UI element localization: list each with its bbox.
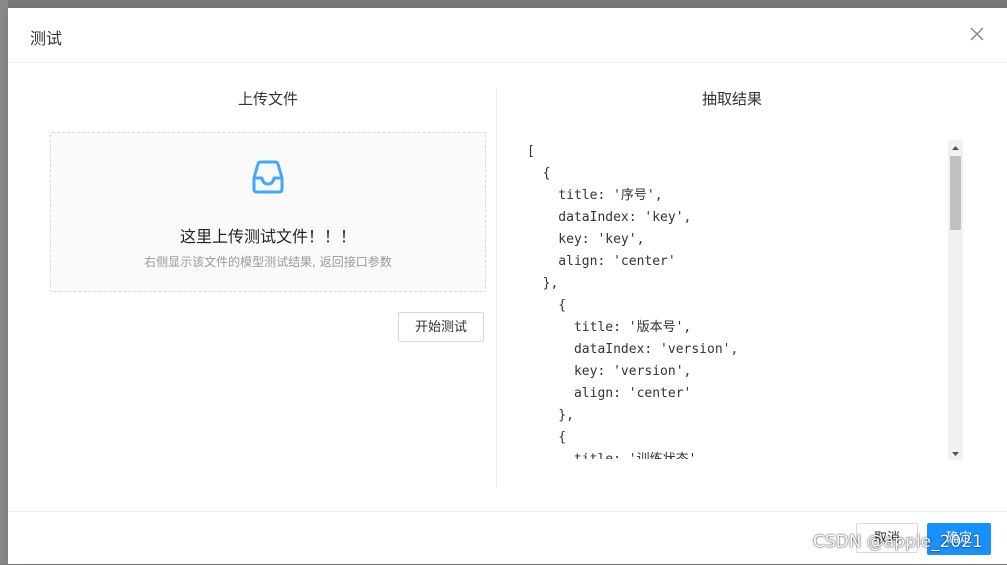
code-line: key: 'key', (527, 232, 645, 247)
code-line: { (527, 166, 551, 181)
result-code-view[interactable]: [ { title: '序号', dataIndex: 'key', key: … (527, 141, 967, 459)
code-line: align: 'center' (527, 386, 692, 401)
scroll-up-arrow-icon[interactable] (948, 140, 963, 154)
upload-hint: 右侧显示该文件的模型测试结果, 返回接口参数 (144, 255, 392, 269)
result-scrollbar[interactable] (948, 140, 963, 460)
page-backdrop (0, 0, 8, 564)
code-line: title: '版本号', (527, 320, 692, 335)
code-line: title: '训练状态', (527, 449, 967, 459)
code-line: }, (527, 276, 559, 291)
start-test-button[interactable]: 开始测试 (398, 312, 484, 342)
code-line: title: '序号', (527, 188, 663, 203)
code-line: align: 'center' (527, 254, 676, 269)
upload-section-title: 上传文件 (237, 90, 298, 108)
code-line: { (527, 430, 567, 445)
code-line: dataIndex: 'version', (527, 342, 739, 357)
code-line: }, (527, 408, 574, 423)
inbox-icon (248, 157, 288, 197)
result-section: 抽取结果 [ { title: '序号', dataIndex: 'key', … (496, 88, 967, 488)
test-modal: 测试 上传文件 这里上传测试文件！！！ 右侧显示该文件的模型测试结果, 返回接口… (8, 8, 1007, 564)
close-icon[interactable] (967, 24, 987, 44)
code-line: [ (527, 144, 535, 159)
upload-dropzone[interactable]: 这里上传测试文件！！！ 右侧显示该文件的模型测试结果, 返回接口参数 (50, 132, 486, 292)
scroll-down-arrow-icon[interactable] (948, 446, 963, 460)
upload-section: 上传文件 这里上传测试文件！！！ 右侧显示该文件的模型测试结果, 返回接口参数 … (50, 88, 486, 488)
upload-text: 这里上传测试文件！！！ (179, 227, 356, 246)
modal-header: 测试 (8, 8, 1007, 63)
scrollbar-thumb[interactable] (950, 156, 961, 230)
result-section-title: 抽取结果 (701, 90, 762, 108)
code-line: dataIndex: 'key', (527, 210, 692, 225)
watermark: CSDN @apple_2021 (813, 532, 983, 552)
modal-title: 测试 (30, 29, 63, 48)
code-line: { (527, 298, 567, 313)
code-line: key: 'version', (527, 364, 692, 379)
